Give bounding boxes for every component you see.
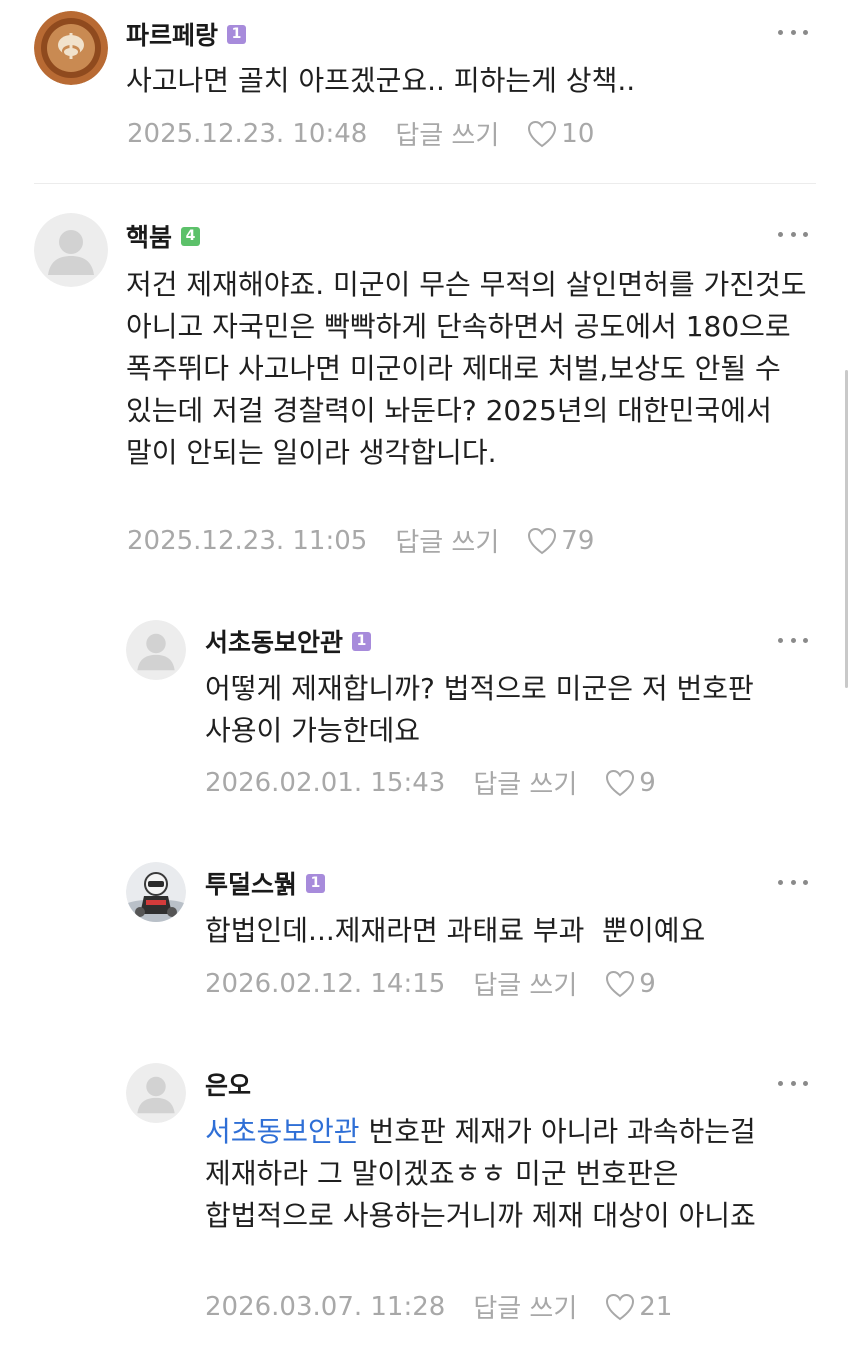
like-count: 79: [561, 525, 595, 556]
comment-date: 2025.12.23. 11:05: [127, 525, 368, 556]
more-options-icon[interactable]: [778, 229, 808, 239]
like-button[interactable]: 10: [527, 119, 594, 149]
author-name: 서초동보안관: [205, 628, 344, 657]
comment-meta: 2026.02.12. 14:15 답글 쓰기 9: [205, 965, 656, 1002]
like-button[interactable]: 9: [605, 969, 656, 999]
like-count: 9: [639, 968, 656, 999]
default-avatar[interactable]: [126, 620, 186, 680]
default-avatar[interactable]: [126, 1063, 186, 1123]
level-badge: 1: [306, 873, 326, 893]
more-options-icon[interactable]: [778, 1078, 808, 1088]
comment-author[interactable]: 핵붐 4: [126, 218, 201, 254]
more-options-icon[interactable]: [778, 877, 808, 887]
like-button[interactable]: 79: [527, 526, 594, 556]
level-badge: 1: [352, 631, 372, 651]
mention-link[interactable]: 서초동보안관: [205, 1115, 360, 1148]
like-button[interactable]: 9: [605, 768, 656, 798]
like-button[interactable]: 21: [605, 1292, 672, 1322]
comment-text: 합법인데...제재라면 과태료 부과 뿐이예요: [205, 914, 706, 947]
comment-author[interactable]: 은오: [205, 1066, 251, 1102]
level-badge: 1: [227, 24, 247, 44]
reply-button[interactable]: 답글 쓰기: [473, 764, 577, 801]
comment-date: 2026.02.01. 15:43: [205, 767, 446, 798]
comment-text: 사고나면 골치 아프겠군요.. 피하는게 상책..: [126, 64, 636, 97]
comment-date: 2026.02.12. 14:15: [205, 968, 446, 999]
comment-author[interactable]: 서초동보안관 1: [205, 623, 372, 659]
comment-divider: [34, 183, 816, 184]
more-options-icon[interactable]: [778, 635, 808, 645]
author-name: 투덜스뭙: [205, 870, 298, 899]
heart-icon: [606, 1293, 635, 1320]
comment-date: 2025.12.23. 10:48: [127, 118, 368, 149]
author-name: 파르페랑: [126, 21, 219, 50]
comment-text: 서초동보안관 번호판 제재가 아니라 과속하는걸 제재하라 그 말이겠죠ㅎㅎ 미…: [205, 1111, 815, 1237]
scrollbar[interactable]: [845, 370, 848, 688]
comment-meta: 2025.12.23. 10:48 답글 쓰기 10: [127, 115, 594, 152]
comment-text: 저건 제재해야죠. 미군이 무슨 무적의 살인면허를 가진것도 아니고 자국민은…: [126, 268, 807, 469]
author-name: 은오: [205, 1071, 252, 1100]
heart-icon: [606, 970, 635, 997]
reply-button[interactable]: 답글 쓰기: [473, 1288, 577, 1325]
reply-button[interactable]: 답글 쓰기: [473, 965, 577, 1002]
comment-author[interactable]: 투덜스뭙 1: [205, 865, 326, 901]
level-badge: 4: [181, 226, 201, 246]
heart-icon: [528, 527, 557, 554]
reply-button[interactable]: 답글 쓰기: [395, 115, 499, 152]
comment-text: 어떻게 제재합니까? 법적으로 미군은 저 번호판 사용이 가능한데요: [205, 672, 754, 747]
like-count: 10: [561, 118, 595, 149]
like-count: 9: [639, 767, 656, 798]
comment-meta: 2026.02.01. 15:43 답글 쓰기 9: [205, 764, 656, 801]
reply-button[interactable]: 답글 쓰기: [395, 522, 499, 559]
default-avatar[interactable]: [34, 213, 108, 287]
author-name: 핵붐: [126, 223, 173, 252]
more-options-icon[interactable]: [778, 27, 808, 37]
heart-icon: [606, 769, 635, 796]
comment-date: 2026.03.07. 11:28: [205, 1291, 446, 1322]
heart-icon: [528, 120, 557, 147]
like-count: 21: [639, 1291, 673, 1322]
helmet-rider-avatar[interactable]: [126, 862, 186, 922]
comment-meta: 2025.12.23. 11:05 답글 쓰기 79: [127, 522, 594, 559]
comment-meta: 2026.03.07. 11:28 답글 쓰기 21: [205, 1288, 672, 1325]
latte-art-avatar[interactable]: [34, 11, 108, 85]
comment-author[interactable]: 파르페랑 1: [126, 16, 247, 52]
